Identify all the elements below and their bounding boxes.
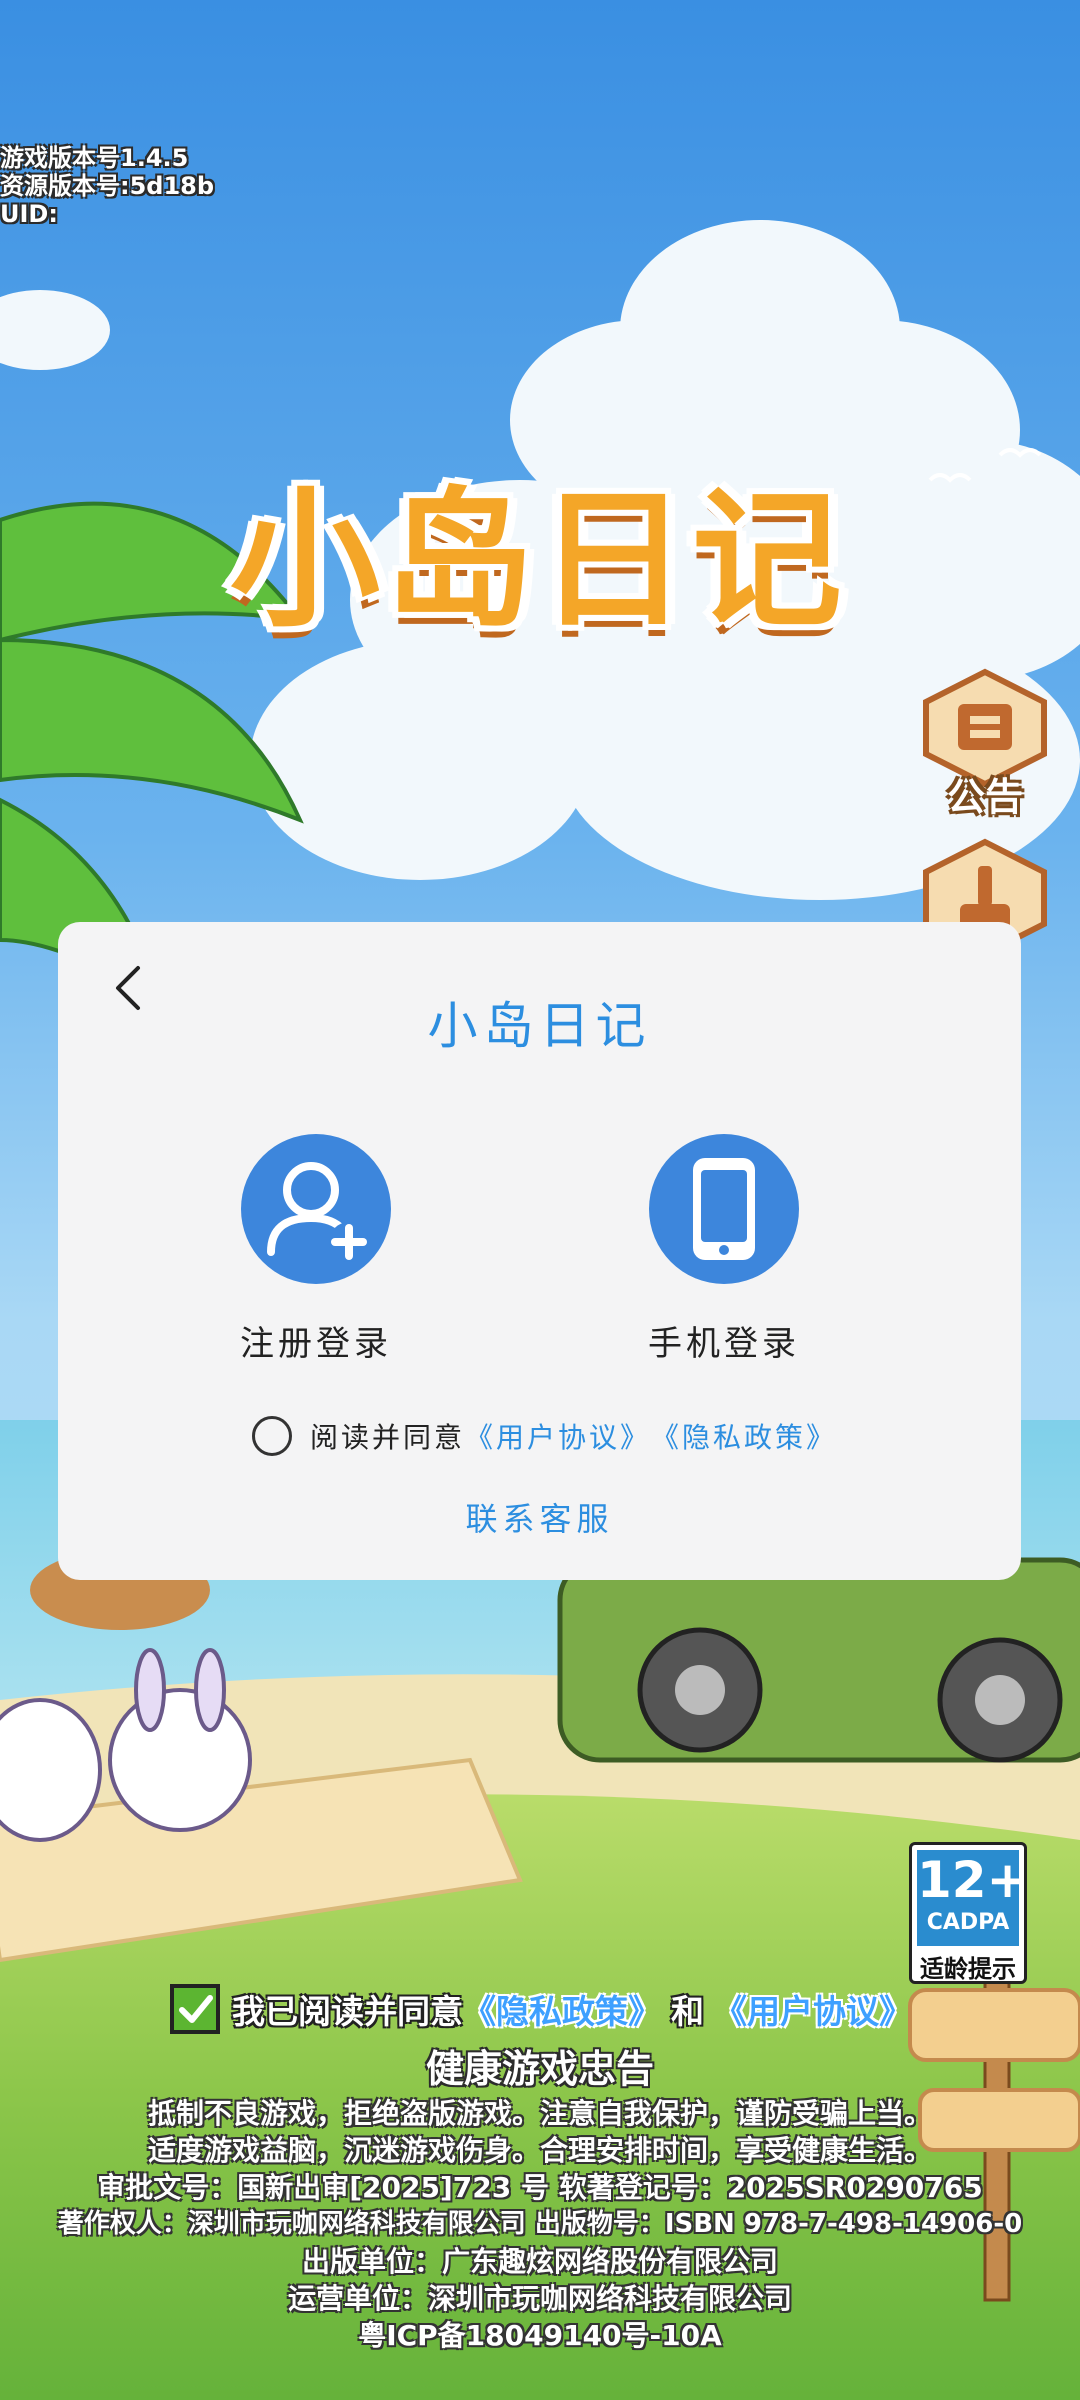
privacy-policy-link[interactable]: 《隐私政策》 — [651, 1416, 837, 1456]
health-line-2: 适度游戏益脑，沉迷游戏伤身。合理安排时间，享受健康生活。 — [147, 2134, 932, 2167]
announcement-button[interactable]: 公告 — [920, 668, 1050, 819]
agree-radio[interactable] — [252, 1416, 292, 1456]
agree-text: 阅读并同意 — [310, 1421, 466, 1454]
uid-text: UID: — [0, 200, 58, 228]
publisher-line: 出版单位：广东趣炫网络股份有限公司 — [301, 2245, 778, 2278]
check-icon — [179, 1995, 213, 2023]
register-login-button[interactable]: 注册登录 — [206, 1134, 426, 1365]
approval-line: 审批文号：国新出审[2025]723 号 软著登记号：2025SR0290765 — [97, 2171, 983, 2204]
login-dialog: 小岛日记 注册登录 手机登录 阅读并同意 《用户协议》 《隐私政策》 联系客服 — [58, 922, 1021, 1580]
footer-agree-prefix: 我已阅读并同意 — [232, 1992, 463, 2031]
health-line-1: 抵制不良游戏，拒绝盗版游戏。注意自我保护，谨防受骗上当。 — [147, 2097, 932, 2130]
age-rating-badge[interactable]: 12+ CADPA 适龄提示 — [909, 1842, 1029, 1984]
announcement-label: 公告 — [946, 775, 1023, 819]
copyright-line: 著作权人：深圳市玩咖网络科技有限公司 出版物号：ISBN 978-7-498-1… — [57, 2209, 1023, 2239]
age-rating-org: CADPA — [926, 1910, 1010, 1935]
health-advice-title: 健康游戏忠告 — [425, 2047, 654, 2091]
agreement-row: 阅读并同意 《用户协议》 《隐私政策》 — [252, 1414, 837, 1458]
register-login-label: 注册登录 — [240, 1324, 392, 1364]
add-user-icon — [241, 1134, 391, 1284]
contact-support-link[interactable]: 联系客服 — [58, 1494, 1021, 1540]
footer-and-text: 和 — [671, 1992, 704, 2031]
icp-line: 粤ICP备18049140号-10A — [358, 2319, 722, 2352]
version-info: 游戏版本号1.4.5 资源版本号:5d18b UID: — [0, 144, 214, 228]
footer-privacy-link[interactable]: 《隐私政策》 — [463, 1985, 661, 2033]
resource-version-text: 资源版本号:5d18b — [0, 172, 215, 200]
game-logo: 小岛日记 — [228, 440, 848, 690]
footer-user-agreement-link[interactable]: 《用户协议》 — [714, 1985, 912, 2033]
footer-agree-checkbox[interactable] — [170, 1984, 220, 2034]
age-rating-tip: 适龄提示 — [920, 1955, 1016, 1983]
game-version-text: 游戏版本号1.4.5 — [0, 144, 189, 172]
phone-login-label: 手机登录 — [648, 1324, 800, 1364]
user-agreement-link[interactable]: 《用户协议》 — [465, 1416, 651, 1456]
dialog-title: 小岛日记 — [427, 997, 652, 1055]
logo-title: 小岛日记 — [229, 472, 846, 648]
operator-line: 运营单位：深圳市玩咖网络科技有限公司 — [287, 2282, 792, 2315]
phone-icon — [649, 1134, 799, 1284]
age-rating-number: 12+ — [917, 1851, 1029, 1909]
age-rating-block: 12+ CADPA — [917, 1850, 1029, 1946]
footer-agreement-row: 我已阅读并同意 《隐私政策》 和 《用户协议》 — [170, 1982, 912, 2036]
phone-login-button[interactable]: 手机登录 — [614, 1134, 834, 1365]
